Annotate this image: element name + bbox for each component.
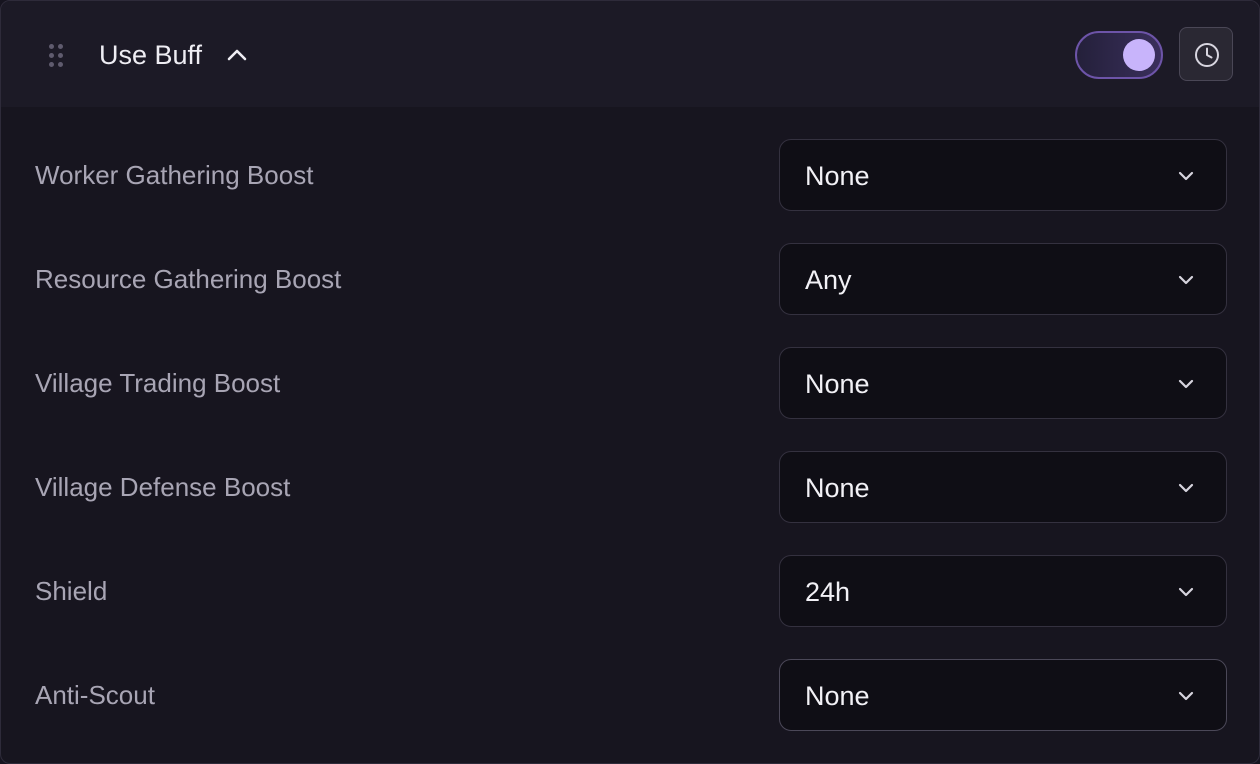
chevron-down-icon bbox=[1174, 268, 1198, 292]
chevron-down-icon bbox=[1174, 684, 1198, 708]
setting-select[interactable]: None bbox=[779, 659, 1227, 731]
panel-title: Use Buff bbox=[99, 40, 203, 70]
setting-label: Worker Gathering Boost bbox=[35, 160, 314, 190]
select-value: None bbox=[805, 161, 870, 191]
drag-handle-icon[interactable] bbox=[49, 44, 63, 68]
select-value: None bbox=[805, 473, 870, 503]
setting-row: Anti-Scout None bbox=[1, 659, 1259, 731]
setting-select[interactable]: None bbox=[779, 347, 1227, 419]
select-value: 24h bbox=[805, 577, 851, 607]
setting-label: Village Defense Boost bbox=[35, 472, 291, 502]
chevron-up-icon[interactable] bbox=[225, 43, 249, 67]
select-value: None bbox=[805, 681, 870, 711]
setting-label: Village Trading Boost bbox=[35, 368, 281, 398]
setting-row: Shield 24h bbox=[1, 555, 1259, 627]
chevron-down-icon bbox=[1174, 164, 1198, 188]
setting-select[interactable]: None bbox=[779, 451, 1227, 523]
toggle-knob bbox=[1123, 39, 1155, 71]
use-buff-panel: Use Buff Worker Gathering Boost None Resou… bbox=[0, 0, 1260, 764]
setting-label: Anti-Scout bbox=[35, 680, 155, 710]
history-button[interactable] bbox=[1179, 27, 1233, 81]
setting-row: Village Defense Boost None bbox=[1, 451, 1259, 523]
chevron-down-icon bbox=[1174, 476, 1198, 500]
setting-label: Resource Gathering Boost bbox=[35, 264, 342, 294]
setting-row: Resource Gathering Boost Any bbox=[1, 243, 1259, 315]
setting-label: Shield bbox=[35, 576, 108, 606]
setting-row: Village Trading Boost None bbox=[1, 347, 1259, 419]
setting-select[interactable]: None bbox=[779, 139, 1227, 211]
enable-toggle[interactable] bbox=[1075, 31, 1163, 79]
chevron-down-icon bbox=[1174, 372, 1198, 396]
select-value: Any bbox=[805, 265, 852, 295]
panel-header: Use Buff bbox=[1, 1, 1259, 107]
select-value: None bbox=[805, 369, 870, 399]
clock-icon bbox=[1195, 43, 1219, 67]
setting-select[interactable]: 24h bbox=[779, 555, 1227, 627]
setting-select[interactable]: Any bbox=[779, 243, 1227, 315]
setting-row: Worker Gathering Boost None bbox=[1, 139, 1259, 211]
chevron-down-icon bbox=[1174, 580, 1198, 604]
